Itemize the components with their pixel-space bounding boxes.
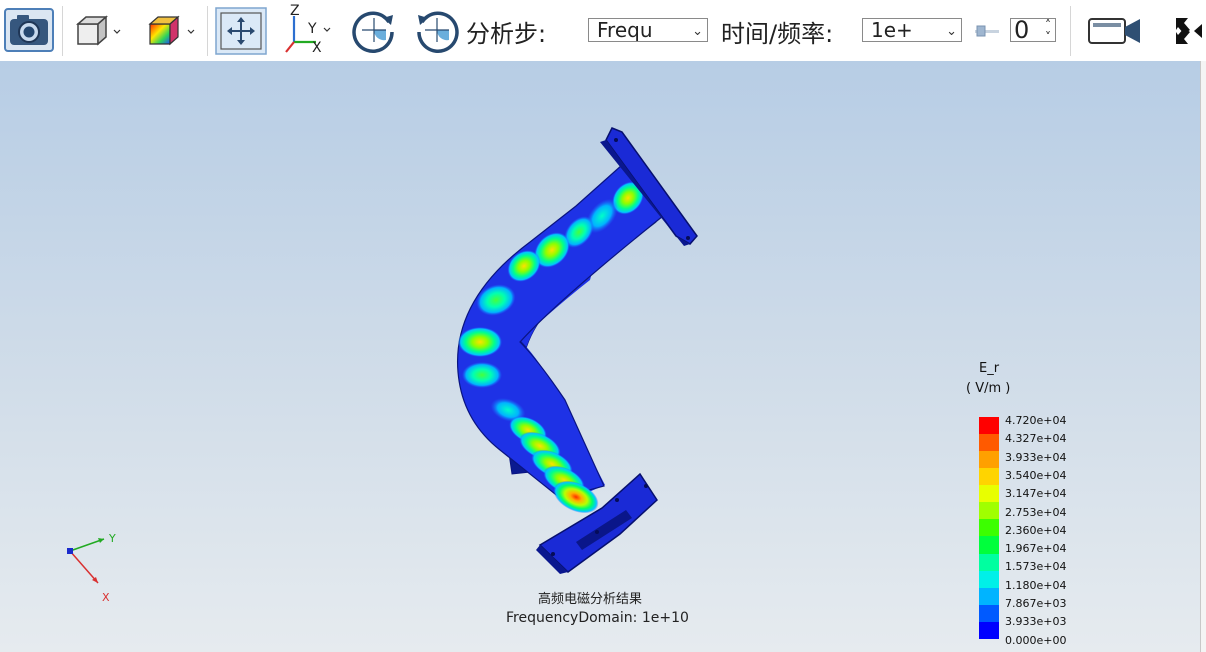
legend-unit: ( V/m ) <box>966 381 1011 396</box>
legend-color-swatch <box>979 485 999 503</box>
time-freq-label: 时间/频率: <box>721 20 834 48</box>
contour-display-icon[interactable] <box>146 14 198 48</box>
axes-orient-icon[interactable]: Z Y X <box>280 2 336 58</box>
result-caption-title: 高频电磁分析结果 <box>538 592 643 607</box>
svg-text:X: X <box>102 591 110 604</box>
svg-text:Y: Y <box>108 532 116 545</box>
viewport-right-edge <box>1200 61 1206 652</box>
fullscreen-icon[interactable] <box>1172 14 1206 48</box>
step-select[interactable]: Frequ ⌄ <box>588 18 708 42</box>
step-label: 分析步: <box>466 20 547 48</box>
frame-spin-box[interactable]: 0 ˄ ˅ <box>1010 18 1056 42</box>
legend-color-swatch <box>979 502 999 520</box>
legend-value: 2.360e+04 <box>1005 523 1067 537</box>
legend-value: 3.933e+04 <box>1005 450 1067 464</box>
legend-color-swatch <box>979 570 999 588</box>
legend-color-swatch <box>979 536 999 554</box>
legend-value: 4.327e+04 <box>1005 432 1067 446</box>
legend-color-swatch <box>979 604 999 622</box>
chevron-down-icon: ⌄ <box>692 24 703 39</box>
legend-color-swatch <box>979 468 999 486</box>
camera-icon[interactable] <box>3 6 55 54</box>
result-viewport[interactable]: Y X E_r ( V/m ) 4.720e+04 4.327e+04 3.933e… <box>0 61 1200 652</box>
rotate-cw-icon[interactable] <box>348 4 400 56</box>
toolbar-separator <box>62 6 63 56</box>
slider-icon[interactable] <box>973 24 1001 38</box>
toolbar: Z Y X 分析步: Frequ ⌄ 时间/频率: 1e+ ⌄ 0 ˄ ˅ <box>0 0 1206 62</box>
legend-color-swatch <box>979 519 999 537</box>
legend-value: 7.867e+03 <box>1005 597 1067 610</box>
svg-text:X: X <box>312 40 322 56</box>
legend-value: 4.720e+04 <box>1005 414 1067 427</box>
legend-value: 1.967e+04 <box>1005 542 1067 556</box>
legend-value: 3.540e+04 <box>1005 468 1067 482</box>
coordinate-triad: Y X <box>67 532 116 604</box>
legend-color-bar <box>979 417 999 639</box>
svg-text:Z: Z <box>290 3 300 19</box>
legend-value: 3.147e+04 <box>1005 487 1067 501</box>
fit-view-icon[interactable] <box>215 7 267 55</box>
legend-value: 2.753e+04 <box>1005 505 1067 519</box>
spin-down-icon[interactable]: ˅ <box>1045 26 1051 41</box>
step-select-value: Frequ <box>597 18 653 42</box>
legend-color-swatch <box>979 417 999 435</box>
legend-color-swatch <box>979 553 999 571</box>
legend-value: 1.573e+04 <box>1005 560 1067 574</box>
result-caption-subtitle: FrequencyDomain: 1e+10 <box>506 610 689 626</box>
legend-color-swatch <box>979 434 999 452</box>
view-cube-icon[interactable] <box>74 14 124 48</box>
legend-color-swatch <box>979 587 999 605</box>
rotate-ccw-icon[interactable] <box>411 4 463 56</box>
toolbar-separator <box>1070 6 1071 56</box>
legend-value: 0.000e+00 <box>1005 633 1067 647</box>
svg-text:Y: Y <box>307 21 317 37</box>
legend-title: E_r <box>979 361 1000 376</box>
toolbar-separator <box>207 6 208 56</box>
legend-color-swatch <box>979 621 999 639</box>
time-freq-select[interactable]: 1e+ ⌄ <box>862 18 962 42</box>
time-freq-select-value: 1e+ <box>871 18 913 42</box>
frame-spin-value: 0 <box>1014 18 1030 42</box>
legend-color-swatch <box>979 451 999 469</box>
video-camera-icon[interactable] <box>1086 14 1144 48</box>
legend-value: 3.933e+03 <box>1005 615 1067 629</box>
legend-value: 1.180e+04 <box>1005 578 1067 592</box>
chevron-down-icon: ⌄ <box>946 24 957 39</box>
